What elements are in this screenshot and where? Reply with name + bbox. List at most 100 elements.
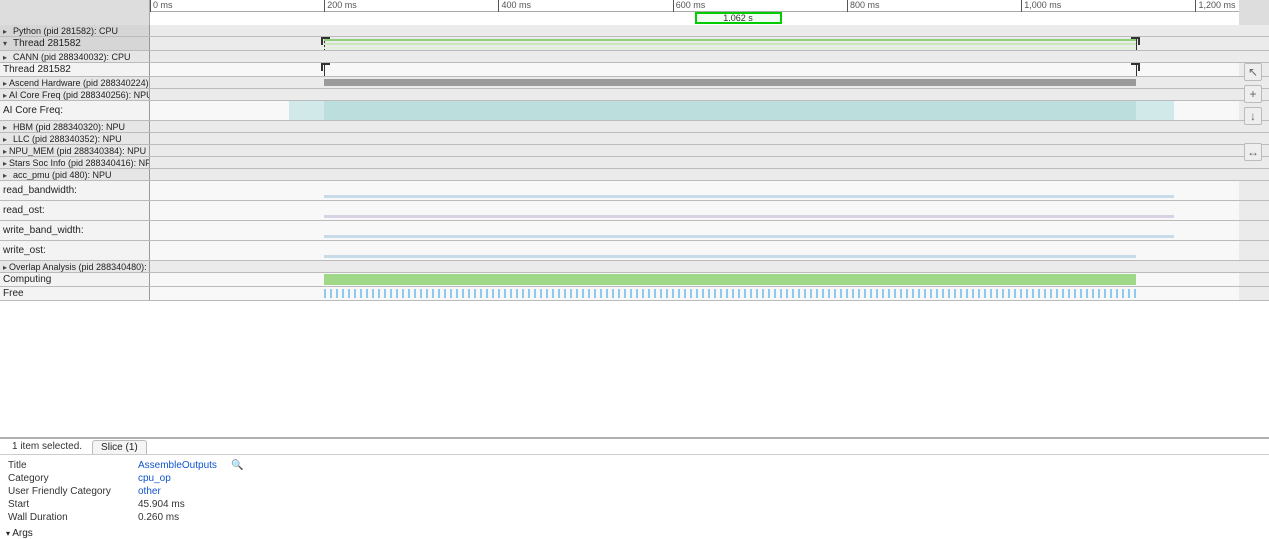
- track-content[interactable]: [150, 241, 1239, 260]
- track-write-ost[interactable]: write_ost:: [0, 241, 1269, 261]
- kv-value: 0.260 ms: [138, 511, 179, 524]
- row-label[interactable]: Overlap Analysis (pid 288340480): NPU: [0, 261, 150, 272]
- expand-icon[interactable]: [3, 38, 11, 49]
- track-free[interactable]: Free: [0, 287, 1269, 301]
- plus-icon: +: [1249, 87, 1256, 101]
- events-bar[interactable]: [324, 289, 1135, 298]
- counter-bar[interactable]: [1136, 195, 1174, 198]
- track-content[interactable]: [150, 287, 1239, 300]
- expand-icon[interactable]: [3, 52, 11, 62]
- track-aicorefreq[interactable]: AI Core Freq:: [0, 101, 1269, 121]
- process-row-aicorefreq[interactable]: AI Core Freq (pid 288340256): NPU: [0, 89, 1269, 101]
- minimap-viewport[interactable]: 1.062 s: [695, 12, 782, 24]
- row-label[interactable]: CANN (pid 288340032): CPU: [0, 51, 150, 62]
- kv-value[interactable]: AssembleOutputs: [138, 459, 217, 472]
- range-start-marker[interactable]: [324, 63, 325, 76]
- track-content[interactable]: [150, 101, 1239, 120]
- expand-icon[interactable]: [3, 262, 7, 272]
- row-label[interactable]: Thread 281582: [0, 37, 150, 50]
- events-bar[interactable]: [324, 79, 1135, 86]
- counter-bar[interactable]: [324, 255, 1135, 258]
- fit-icon: ↔: [1247, 145, 1259, 159]
- timeline-header: 0 ms 200 ms 400 ms 600 ms 800 ms 1,000 m…: [0, 0, 1269, 25]
- timeline-minimap[interactable]: 1.062 s: [150, 12, 1239, 25]
- track-read-bandwidth[interactable]: read_bandwidth:: [0, 181, 1269, 201]
- row-label[interactable]: NPU_MEM (pid 288340384): NPU: [0, 145, 150, 156]
- process-row-llc[interactable]: LLC (pid 288340352): NPU: [0, 133, 1269, 145]
- track-content[interactable]: [150, 37, 1239, 50]
- process-row-python[interactable]: Python (pid 281582): CPU: [0, 25, 1269, 37]
- counter-bar[interactable]: [324, 195, 1135, 198]
- search-icon[interactable]: 🔍: [231, 459, 243, 472]
- row-label: read_bandwidth:: [0, 181, 150, 200]
- pointer-tool-button[interactable]: ↖: [1244, 63, 1262, 81]
- row-label[interactable]: Python (pid 281582): CPU: [0, 25, 150, 36]
- track-write-bandwidth[interactable]: write_band_width:: [0, 221, 1269, 241]
- process-row-npumem[interactable]: NPU_MEM (pid 288340384): NPU: [0, 145, 1269, 157]
- thread-row-281562[interactable]: Thread 281582: [0, 37, 1269, 51]
- events-bar[interactable]: [324, 274, 1135, 285]
- details-panel: 1 item selected. Slice (1) TitleAssemble…: [0, 437, 1269, 517]
- expand-icon[interactable]: [3, 158, 7, 168]
- zoom-in-button[interactable]: +: [1244, 85, 1262, 103]
- row-label[interactable]: LLC (pid 288340352): NPU: [0, 133, 150, 144]
- kv-value[interactable]: other: [138, 485, 161, 498]
- expand-icon[interactable]: [3, 26, 11, 36]
- process-row-accpmu[interactable]: acc_pmu (pid 480): NPU: [0, 169, 1269, 181]
- counter-bar[interactable]: [324, 101, 1135, 120]
- timeline-header-gutter: [0, 0, 150, 25]
- args-section-header[interactable]: Args: [0, 528, 1269, 539]
- track-content[interactable]: [150, 63, 1239, 76]
- timeline-header-right: [1239, 0, 1269, 25]
- range-end-marker[interactable]: [1136, 37, 1137, 50]
- expand-icon[interactable]: [3, 146, 7, 156]
- timeline-ruler[interactable]: 0 ms 200 ms 400 ms 600 ms 800 ms 1,000 m…: [150, 0, 1239, 12]
- ruler-tick: 800 ms: [847, 0, 880, 12]
- track-content[interactable]: [150, 221, 1239, 240]
- track-content[interactable]: [150, 201, 1239, 220]
- range-end-marker[interactable]: [1136, 63, 1137, 76]
- row-label[interactable]: AI Core Freq (pid 288340256): NPU: [0, 89, 150, 100]
- row-label[interactable]: HBM (pid 288340320): NPU: [0, 121, 150, 132]
- selection-status: 1 item selected.: [8, 439, 86, 454]
- process-row-starssoc[interactable]: Stars Soc Info (pid 288340416): NPU: [0, 157, 1269, 169]
- process-row-cann[interactable]: CANN (pid 288340032): CPU: [0, 51, 1269, 63]
- counter-bar[interactable]: [1136, 101, 1174, 120]
- expand-icon[interactable]: [3, 170, 11, 180]
- slice-details-table: TitleAssembleOutputs🔍 Categorycpu_op Use…: [0, 455, 1269, 528]
- kv-value[interactable]: cpu_op: [138, 472, 171, 485]
- expand-icon[interactable]: [3, 134, 11, 144]
- fit-button[interactable]: ↔: [1244, 143, 1262, 161]
- track-read-ost[interactable]: read_ost:: [0, 201, 1269, 221]
- tab-slice[interactable]: Slice (1): [92, 440, 147, 454]
- row-label[interactable]: acc_pmu (pid 480): NPU: [0, 169, 150, 180]
- thread-row-281562b[interactable]: Thread 281582: [0, 63, 1269, 77]
- counter-bar[interactable]: [324, 215, 1135, 218]
- track-content[interactable]: [150, 273, 1239, 286]
- kv-key: Wall Duration: [8, 511, 128, 524]
- details-tabs: 1 item selected. Slice (1): [0, 439, 1269, 455]
- row-label: write_band_width:: [0, 221, 150, 240]
- counter-bar[interactable]: [1136, 235, 1174, 238]
- zoom-out-button[interactable]: ↓: [1244, 107, 1262, 125]
- row-label: write_ost:: [0, 241, 150, 260]
- process-row-ascend[interactable]: Ascend Hardware (pid 288340224): NPU: [0, 77, 1269, 89]
- row-label: AI Core Freq:: [0, 101, 150, 120]
- expand-icon[interactable]: [3, 78, 7, 88]
- expand-icon[interactable]: [3, 90, 7, 100]
- events-stack[interactable]: [324, 37, 1135, 50]
- minimap-viewport-label: 1.062 s: [723, 13, 753, 23]
- track-computing[interactable]: Computing: [0, 273, 1269, 287]
- counter-bar[interactable]: [324, 235, 1135, 238]
- row-label[interactable]: Ascend Hardware (pid 288340224): NPU: [0, 77, 150, 88]
- track-content[interactable]: [150, 77, 1239, 88]
- process-row-overlap[interactable]: Overlap Analysis (pid 288340480): NPU: [0, 261, 1269, 273]
- expand-icon[interactable]: [3, 122, 11, 132]
- ruler-tick: 200 ms: [324, 0, 357, 12]
- process-row-hbm[interactable]: HBM (pid 288340320): NPU: [0, 121, 1269, 133]
- ruler-tick: 1,200 ms: [1195, 0, 1235, 12]
- counter-bar[interactable]: [1136, 215, 1174, 218]
- row-label[interactable]: Stars Soc Info (pid 288340416): NPU: [0, 157, 150, 168]
- counter-bar[interactable]: [289, 101, 324, 120]
- track-content[interactable]: [150, 181, 1239, 200]
